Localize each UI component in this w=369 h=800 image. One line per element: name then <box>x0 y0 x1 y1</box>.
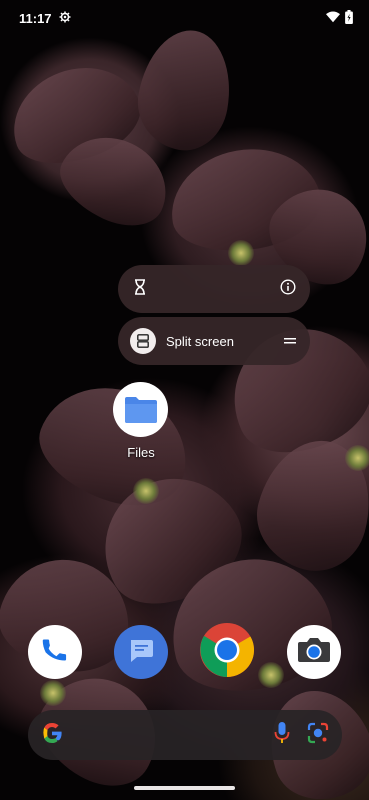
app-timer-menu-item[interactable] <box>118 265 310 313</box>
info-icon[interactable] <box>280 278 296 300</box>
google-search-bar[interactable] <box>28 710 342 760</box>
phone-app[interactable] <box>28 625 82 679</box>
messages-icon <box>127 637 155 668</box>
google-g-icon[interactable] <box>40 721 64 750</box>
files-app-label: Files <box>127 445 155 460</box>
microphone-icon[interactable] <box>274 721 290 750</box>
status-bar: 11:17 <box>0 0 369 36</box>
camera-app[interactable] <box>287 625 341 679</box>
wifi-icon <box>326 10 340 26</box>
wallpaper <box>0 0 369 800</box>
clock: 11:17 <box>19 10 52 26</box>
chrome-app[interactable] <box>200 622 255 682</box>
split-screen-label: Split screen <box>166 333 234 349</box>
messages-app[interactable] <box>114 625 168 679</box>
hourglass-icon[interactable] <box>134 278 146 300</box>
split-screen-icon <box>130 328 156 354</box>
camera-icon <box>297 636 331 669</box>
phone-icon <box>41 636 69 669</box>
chrome-icon <box>200 622 255 682</box>
files-app[interactable]: Files <box>113 382 169 460</box>
folder-icon[interactable] <box>113 382 168 437</box>
navigation-gesture-handle[interactable] <box>134 786 235 790</box>
google-lens-icon[interactable] <box>306 721 330 750</box>
drag-handle-icon[interactable] <box>284 332 296 350</box>
settings-gear-icon <box>59 11 71 26</box>
split-screen-menu-item[interactable]: Split screen <box>118 317 310 365</box>
battery-charging-icon <box>345 9 353 27</box>
